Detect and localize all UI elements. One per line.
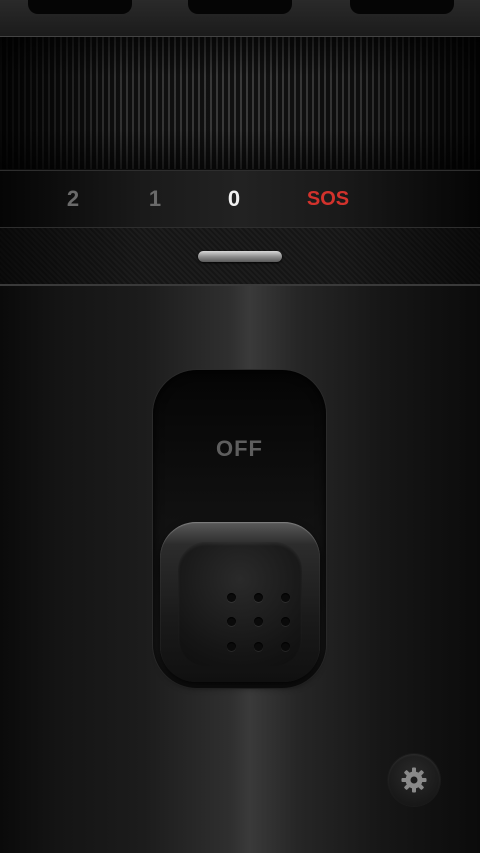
- grip-dot: [227, 617, 236, 626]
- mode-option-sos[interactable]: SOS: [298, 185, 358, 213]
- switch-state-label: OFF: [216, 436, 263, 461]
- gear-icon: [401, 767, 427, 793]
- grip-dot: [227, 593, 236, 602]
- settings-button[interactable]: [388, 754, 440, 806]
- mode-option-0[interactable]: 0: [204, 185, 264, 213]
- grip-dot: [227, 642, 236, 651]
- grip-dot: [281, 642, 290, 651]
- bezel-notch: [188, 0, 292, 14]
- mode-option-1[interactable]: 1: [125, 185, 185, 213]
- grip-dot: [281, 617, 290, 626]
- grip-dot: [281, 593, 290, 602]
- power-switch-knob[interactable]: [160, 522, 320, 682]
- flashlight-screen: 2 1 0 SOS OFF: [0, 0, 480, 853]
- top-bezel: [0, 0, 480, 37]
- bezel-notch: [350, 0, 454, 14]
- knob-face: [178, 542, 302, 666]
- bezel-notch: [28, 0, 132, 14]
- mode-option-2[interactable]: 2: [43, 185, 103, 213]
- slider-handle[interactable]: [198, 251, 282, 262]
- grip-dot: [254, 593, 263, 602]
- grip-dot: [254, 617, 263, 626]
- mode-selector: 2 1 0 SOS: [0, 170, 480, 228]
- grip-dot: [254, 642, 263, 651]
- dial-shading: [0, 37, 480, 169]
